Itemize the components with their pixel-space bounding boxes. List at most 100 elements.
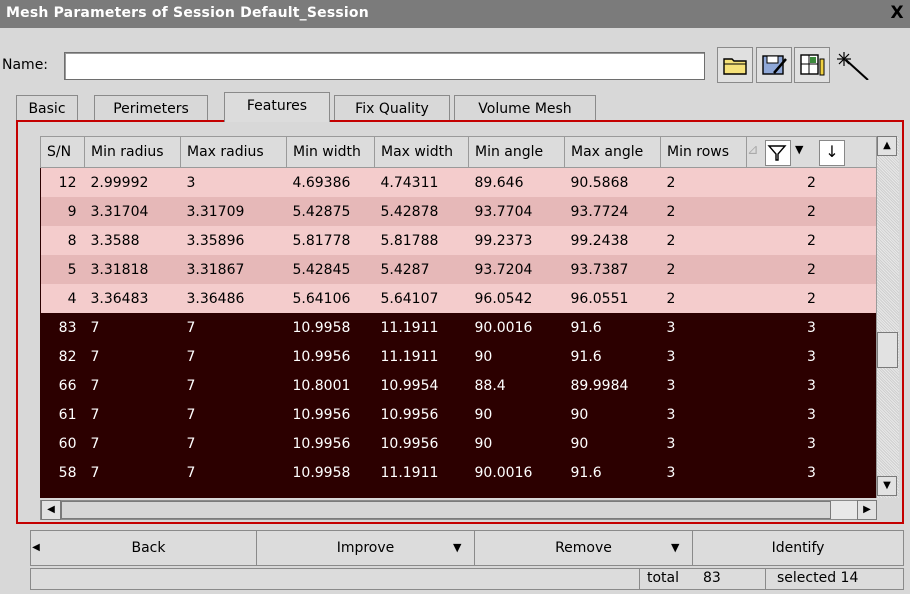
table-cell-min-radius: 7	[84, 458, 181, 487]
remove-button[interactable]: Remove ▼	[475, 531, 693, 565]
column-header-min-angle[interactable]: Min angle	[468, 136, 565, 168]
table-cell-extra: 2	[746, 226, 876, 255]
table-cell-min-radius: 3.36483	[84, 284, 181, 313]
action-bar-left-arrow[interactable]: ◀	[31, 531, 41, 565]
column-header-tools: ⊿ ▼ ↓	[746, 136, 876, 168]
chevron-down-icon[interactable]: ▼	[795, 143, 803, 156]
table-cell-min-radius: 7	[84, 429, 181, 458]
tab-fix-quality[interactable]: Fix Quality	[334, 95, 450, 121]
column-header-min-rows[interactable]: Min rows	[660, 136, 747, 168]
table-cell-sn: 82	[40, 342, 85, 371]
column-header-max-radius[interactable]: Max radius	[180, 136, 287, 168]
table-cell-max-width: 5.4287	[374, 255, 469, 284]
status-bar: total 83 selected 14	[30, 568, 904, 590]
table-cell-max-width: 10.9956	[374, 400, 469, 429]
table-cell-max-angle: 96.0551	[564, 284, 661, 313]
table-cell-extra: 2	[746, 197, 876, 226]
identify-button[interactable]: Identify	[693, 531, 903, 565]
table-row[interactable]: 4 3.36483 3.36486 5.64106 5.64107 96.0542 96.0…	[40, 284, 876, 313]
table-row[interactable]: 12 2.99992 3 4.69386 4.74311 89.646 90.5868 2 2	[40, 167, 876, 197]
sort-down-icon[interactable]: ↓	[819, 140, 845, 166]
table-cell-min-rows: 3	[660, 342, 747, 371]
scroll-up-button[interactable]: ▲	[877, 136, 897, 156]
scroll-right-button[interactable]: ▶	[857, 500, 877, 520]
table-cell-max-radius: 3.35896	[180, 226, 287, 255]
identify-button-label: Identify	[771, 540, 825, 556]
column-header-max-angle[interactable]: Max angle	[564, 136, 661, 168]
table-cell-min-radius: 3.31704	[84, 197, 181, 226]
remove-dropdown-icon[interactable]: ▼	[671, 531, 679, 565]
table-cell-min-width: 10.9956	[286, 429, 375, 458]
grid-edit-button[interactable]	[794, 47, 830, 83]
column-header-sn[interactable]: S/N	[40, 136, 85, 168]
table-cell-min-width: 5.42875	[286, 197, 375, 226]
table-cell-min-width: 10.9956	[286, 400, 375, 429]
table-cell-min-rows: 3	[660, 458, 747, 487]
back-button[interactable]: Back	[41, 531, 257, 565]
table-cell-max-width: 11.1911	[374, 313, 469, 342]
tab-perimeters[interactable]: Perimeters	[94, 95, 208, 121]
table-cell-max-angle: 91.6	[564, 458, 661, 487]
table-cell-max-radius: 7	[180, 429, 287, 458]
title-bar[interactable]: Mesh Parameters of Session Default_Sessi…	[0, 0, 910, 28]
table-cell-extra: 2	[746, 167, 876, 197]
features-table[interactable]: S/N Min radius Max radius Min width Max …	[40, 136, 876, 498]
vertical-scroll-thumb[interactable]	[877, 332, 898, 368]
table-cell-max-width: 4.74311	[374, 167, 469, 197]
column-header-min-width[interactable]: Min width	[286, 136, 375, 168]
improve-dropdown-icon[interactable]: ▼	[453, 531, 461, 565]
scroll-left-button[interactable]: ◀	[41, 500, 61, 520]
filter-icon[interactable]	[765, 140, 791, 166]
save-button[interactable]	[756, 47, 792, 83]
name-label: Name:	[2, 57, 49, 73]
table-row[interactable]: 66 7 7 10.8001 10.9954 88.4 89.9984 3 3	[40, 371, 876, 400]
table-cell-max-radius: 7	[180, 400, 287, 429]
table-cell-min-angle: 89.646	[468, 167, 565, 197]
save-icon	[762, 55, 787, 75]
horizontal-scroll-thumb[interactable]	[61, 501, 831, 519]
table-cell-min-rows: 2	[660, 197, 747, 226]
open-folder-button[interactable]	[717, 47, 753, 83]
scroll-down-button[interactable]: ▼	[877, 476, 897, 496]
table-cell-sn: 83	[40, 313, 85, 342]
close-button[interactable]: X	[886, 2, 908, 24]
horizontal-scrollbar[interactable]: ◀ ▶	[40, 500, 877, 520]
tab-volume-mesh[interactable]: Volume Mesh	[454, 95, 596, 121]
table-cell-extra: 2	[746, 284, 876, 313]
table-row[interactable]: 8 3.3588 3.35896 5.81778 5.81788 99.2373 99.24…	[40, 226, 876, 255]
table-header: S/N Min radius Max radius Min width Max …	[40, 136, 876, 168]
table-cell-min-width: 10.9958	[286, 458, 375, 487]
table-row[interactable]: 82 7 7 10.9956 11.1911 90 91.6 3 3	[40, 342, 876, 371]
total-count: 83	[703, 570, 721, 586]
table-row[interactable]: 83 7 7 10.9958 11.1911 90.0016 91.6 3 3	[40, 313, 876, 342]
improve-button-label: Improve	[336, 540, 395, 556]
table-cell-max-radius: 3.31867	[180, 255, 287, 284]
table-cell-sn: 9	[40, 197, 85, 226]
table-cell-min-radius: 2.99992	[84, 167, 181, 197]
vertical-scrollbar[interactable]: ▲ ▼	[876, 136, 899, 498]
table-row[interactable]: 61 7 7 10.9956 10.9956 90 90 3 3	[40, 400, 876, 429]
table-cell-min-rows: 2	[660, 284, 747, 313]
mesh-parameters-window: Mesh Parameters of Session Default_Sessi…	[0, 0, 910, 594]
table-cell-max-angle: 99.2438	[564, 226, 661, 255]
magic-wand-button[interactable]	[833, 47, 873, 83]
table-cell-min-rows: 3	[660, 371, 747, 400]
table-cell-min-rows: 3	[660, 313, 747, 342]
table-cell-extra: 3	[746, 400, 876, 429]
table-cell-max-angle: 89.9984	[564, 371, 661, 400]
table-row[interactable]: 5 3.31818 3.31867 5.42845 5.4287 93.7204 93.73…	[40, 255, 876, 284]
table-cell-max-radius: 7	[180, 371, 287, 400]
table-cell-sn: 12	[40, 167, 85, 197]
column-header-max-width[interactable]: Max width	[374, 136, 469, 168]
name-input[interactable]	[64, 52, 705, 80]
table-cell-min-angle: 93.7204	[468, 255, 565, 284]
table-row[interactable]: 60 7 7 10.9956 10.9956 90 90 3 3	[40, 429, 876, 458]
tab-features[interactable]: Features	[224, 92, 330, 122]
table-cell-max-angle: 90	[564, 429, 661, 458]
table-row[interactable]: 9 3.31704 3.31709 5.42875 5.42878 93.7704 93.7…	[40, 197, 876, 226]
column-header-min-radius[interactable]: Min radius	[84, 136, 181, 168]
table-row[interactable]: 58 7 7 10.9958 11.1911 90.0016 91.6 3 3	[40, 458, 876, 487]
folder-icon	[723, 58, 747, 75]
tab-basic[interactable]: Basic	[16, 95, 78, 121]
improve-button[interactable]: Improve ▼	[257, 531, 475, 565]
